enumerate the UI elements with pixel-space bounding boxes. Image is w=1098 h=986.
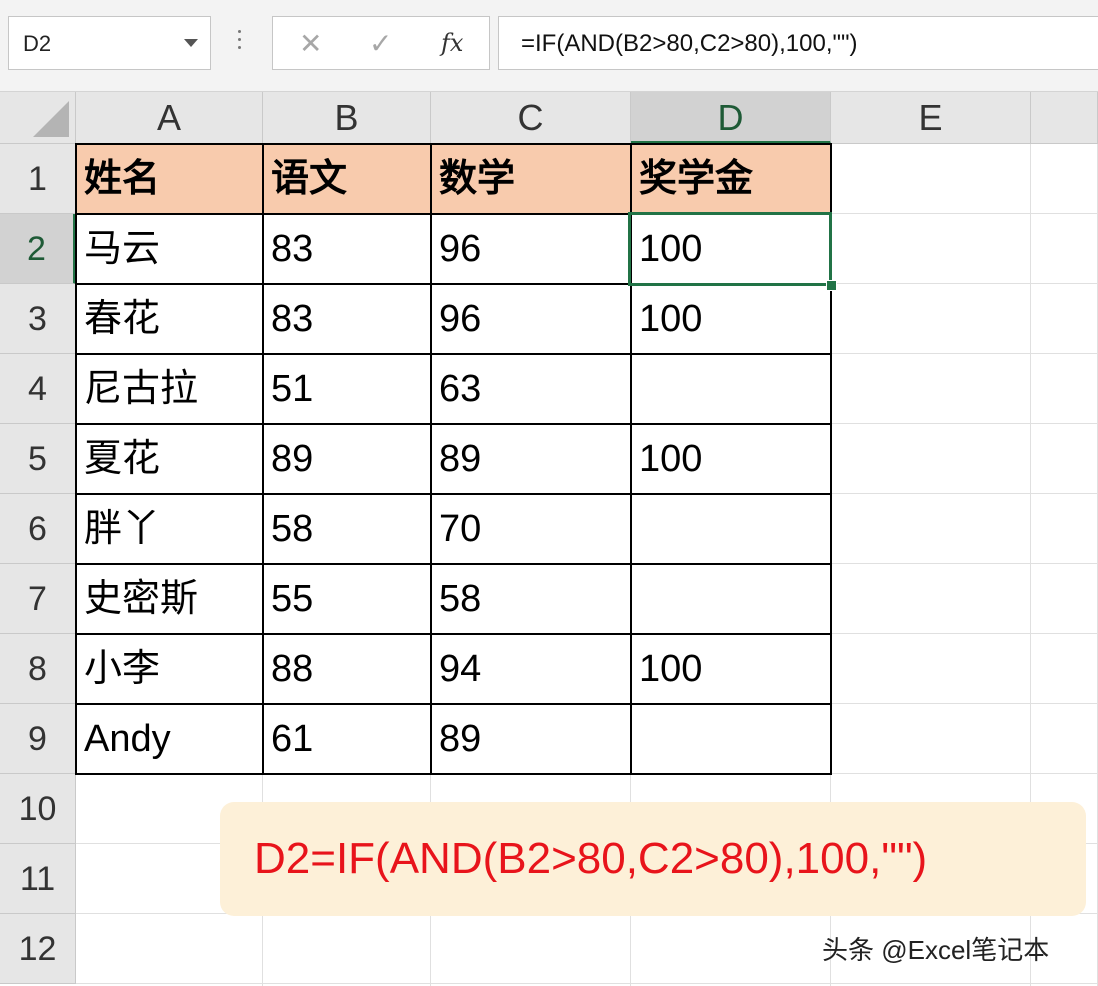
table-border-horizontal: [75, 353, 832, 355]
table-border-horizontal: [75, 563, 832, 565]
table-cell[interactable]: 96: [431, 284, 631, 354]
select-all-button[interactable]: [0, 92, 76, 144]
column-header-b[interactable]: B: [263, 92, 431, 144]
table-cell[interactable]: 春花: [76, 284, 263, 354]
table-border-vertical: [75, 144, 77, 775]
table-cell[interactable]: 89: [431, 704, 631, 774]
column-header-f[interactable]: [1031, 92, 1098, 144]
table-cell[interactable]: 小李: [76, 634, 263, 704]
table-cell[interactable]: 70: [431, 494, 631, 564]
table-cell[interactable]: 83: [263, 214, 431, 284]
table-border-vertical: [430, 144, 432, 775]
gridline-horizontal: [76, 983, 1098, 984]
table-border-horizontal: [75, 423, 832, 425]
table-cell[interactable]: 63: [431, 354, 631, 424]
chevron-down-icon[interactable]: [184, 39, 198, 47]
table-cell[interactable]: 胖丫: [76, 494, 263, 564]
header-cell[interactable]: 奖学金: [631, 144, 831, 214]
table-cell[interactable]: 夏花: [76, 424, 263, 494]
row-header-2[interactable]: 2: [0, 214, 76, 284]
row-header-7[interactable]: 7: [0, 564, 76, 634]
insert-function-icon[interactable]: fx: [441, 29, 463, 57]
table-cell[interactable]: 58: [431, 564, 631, 634]
formula-annotation: D2=IF(AND(B2>80,C2>80),100,""): [220, 802, 1086, 916]
row-header-5[interactable]: 5: [0, 424, 76, 494]
table-cell[interactable]: 100: [631, 284, 831, 354]
row-header-11[interactable]: 11: [0, 844, 76, 914]
table-border-horizontal: [75, 773, 832, 775]
row-header-12[interactable]: 12: [0, 914, 76, 984]
annotation-text: D2=IF(AND(B2>80,C2>80),100,""): [254, 834, 928, 883]
row-header-4[interactable]: 4: [0, 354, 76, 424]
table-cell[interactable]: 100: [631, 634, 831, 704]
table-cell[interactable]: [631, 494, 831, 564]
formula-buttons: ✕ ✓ fx: [272, 16, 490, 70]
row-header-9[interactable]: 9: [0, 704, 76, 774]
row-header-1[interactable]: 1: [0, 144, 76, 214]
column-header-d[interactable]: D: [631, 92, 831, 144]
watermark: 头条 @Excel笔记本: [822, 935, 1050, 965]
table-cell[interactable]: [631, 564, 831, 634]
table-border-horizontal: [75, 493, 832, 495]
table-cell[interactable]: [631, 704, 831, 774]
check-icon[interactable]: ✓: [369, 27, 392, 60]
column-header-c[interactable]: C: [431, 92, 631, 144]
header-cell[interactable]: 语文: [263, 144, 431, 214]
header-cell[interactable]: 姓名: [76, 144, 263, 214]
table-cell[interactable]: 51: [263, 354, 431, 424]
table-border-horizontal: [75, 703, 832, 705]
cancel-icon[interactable]: ✕: [299, 27, 322, 60]
table-cell[interactable]: 89: [431, 424, 631, 494]
fill-handle[interactable]: [826, 280, 837, 291]
table-cell[interactable]: 96: [431, 214, 631, 284]
column-header-a[interactable]: A: [76, 92, 263, 144]
table-cell[interactable]: 83: [263, 284, 431, 354]
table-cell[interactable]: 88: [263, 634, 431, 704]
table-cell[interactable]: 55: [263, 564, 431, 634]
row-header-8[interactable]: 8: [0, 634, 76, 704]
table-border-horizontal: [75, 633, 832, 635]
row-header-6[interactable]: 6: [0, 494, 76, 564]
table-cell[interactable]: 史密斯: [76, 564, 263, 634]
header-cell[interactable]: 数学: [431, 144, 631, 214]
table-cell[interactable]: 100: [631, 424, 831, 494]
table-cell[interactable]: 58: [263, 494, 431, 564]
formula-input[interactable]: =IF(AND(B2>80,C2>80),100,""): [498, 16, 1098, 70]
column-header-e[interactable]: E: [831, 92, 1031, 144]
row-header-10[interactable]: 10: [0, 774, 76, 844]
table-border-vertical: [262, 144, 264, 775]
name-box[interactable]: D2: [8, 16, 211, 70]
formula-bar-area: D2 ✕ ✓ fx =IF(AND(B2>80,C2>80),100,""): [0, 0, 1098, 92]
table-cell[interactable]: Andy: [76, 704, 263, 774]
select-all-icon: [33, 101, 69, 137]
more-options-icon[interactable]: [238, 30, 242, 60]
table-border-horizontal: [75, 143, 832, 145]
table-cell[interactable]: 尼古拉: [76, 354, 263, 424]
active-cell-outline[interactable]: [628, 212, 832, 286]
table-cell[interactable]: 马云: [76, 214, 263, 284]
table-cell[interactable]: 94: [431, 634, 631, 704]
table-cell[interactable]: 61: [263, 704, 431, 774]
table-cell[interactable]: [631, 354, 831, 424]
name-box-value: D2: [23, 31, 52, 56]
row-header-3[interactable]: 3: [0, 284, 76, 354]
table-cell[interactable]: 89: [263, 424, 431, 494]
formula-text: =IF(AND(B2>80,C2>80),100,""): [521, 30, 858, 57]
